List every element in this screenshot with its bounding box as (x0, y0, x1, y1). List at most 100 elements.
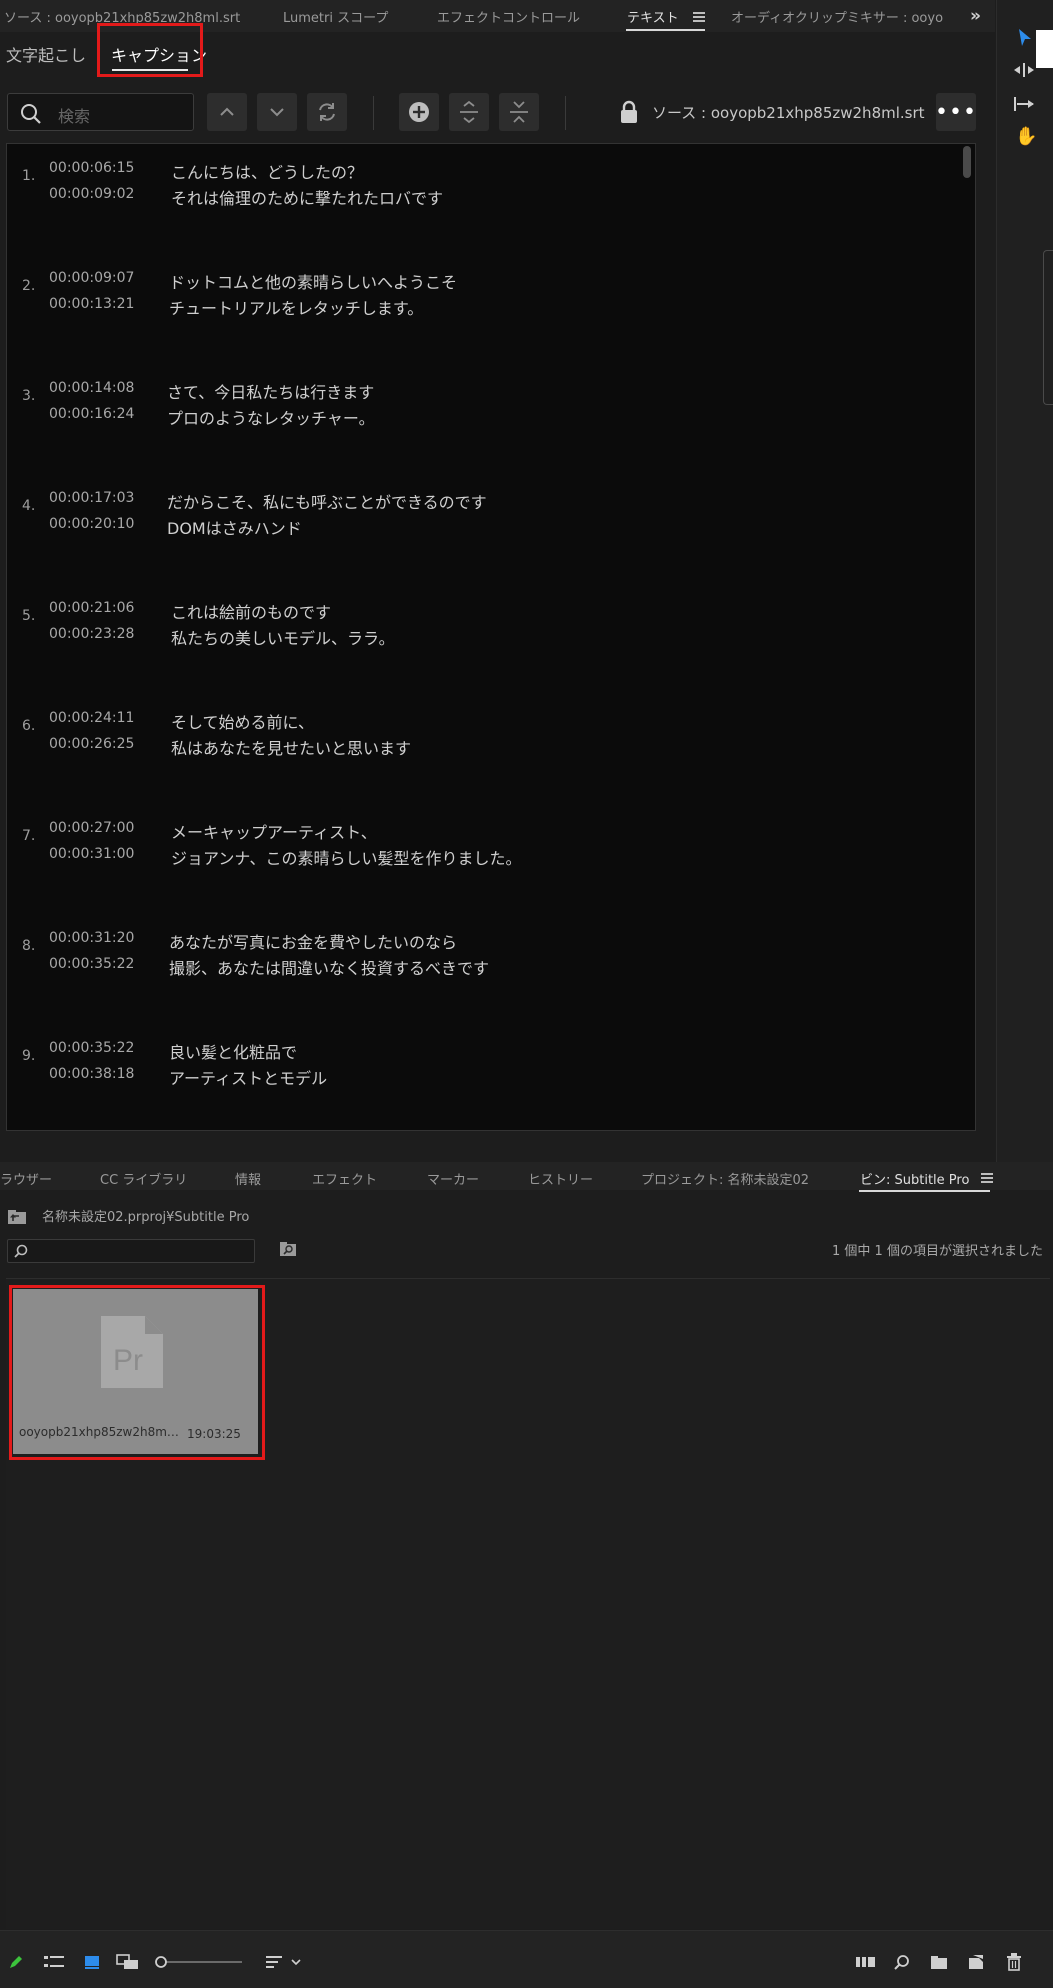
caption-start-time[interactable]: 00:00:06:15 (49, 160, 134, 176)
tab-markers[interactable]: マーカー (427, 1169, 479, 1188)
caption-end-time[interactable]: 00:00:09:02 (49, 186, 134, 202)
caption-text-line[interactable]: チュートリアルをレタッチします。 (169, 295, 423, 319)
caption-end-time[interactable]: 00:00:23:28 (49, 626, 134, 642)
caption-start-time[interactable]: 00:00:24:11 (49, 710, 134, 726)
caption-text-line[interactable]: こんにちは、どうしたの？ (171, 159, 363, 183)
icon-view-icon[interactable] (84, 1955, 100, 1969)
caption-item[interactable]: 7. 00:00:27:00 00:00:31:00 メーキャップアーティスト、… (7, 812, 947, 872)
hand-tool-icon[interactable]: ✋ (1015, 126, 1037, 147)
trash-icon[interactable] (1006, 1953, 1022, 1971)
sort-icons-icon[interactable] (266, 1955, 302, 1969)
caption-text-line[interactable]: プロのようなレタッチャー。 (167, 405, 375, 429)
caption-text-line[interactable]: だからこそ、私にも呼ぶことができるのです (167, 489, 487, 513)
list-view-icon[interactable] (44, 1955, 64, 1969)
caption-end-time[interactable]: 00:00:20:10 (49, 516, 134, 532)
caption-item[interactable]: 5. 00:00:21:06 00:00:23:28 これは絵前のものです 私た… (7, 592, 947, 652)
zoom-slider[interactable] (154, 1955, 244, 1969)
search-icon (21, 104, 41, 124)
tab-cc-libraries[interactable]: CC ライブラリ (100, 1169, 187, 1188)
tab-bin[interactable]: ビン: Subtitle Pro (860, 1169, 969, 1188)
caption-text-line[interactable]: メーキャップアーティスト、 (171, 819, 377, 843)
caption-number: 8. (22, 938, 36, 954)
new-bin-icon[interactable] (930, 1954, 948, 1970)
track-select-tool-icon[interactable] (1013, 62, 1035, 78)
split-icon (460, 100, 478, 124)
caption-end-time[interactable]: 00:00:26:25 (49, 736, 134, 752)
caption-text-line[interactable]: 良い髪と化粧品で (169, 1039, 297, 1063)
caption-text-line[interactable]: さて、今日私たちは行きます (167, 379, 374, 403)
caption-end-time[interactable]: 00:00:16:24 (49, 406, 134, 422)
tab-audio-clip-mixer[interactable]: オーディオクリップミキサー : ooyo (731, 7, 943, 26)
ripple-edit-tool-icon[interactable] (1013, 96, 1035, 112)
panel-menu-icon[interactable] (693, 12, 705, 22)
caption-text-line[interactable]: あなたが写真にお金を費やしたいのなら (169, 929, 457, 953)
caption-end-time[interactable]: 00:00:31:00 (49, 846, 134, 862)
lock-icon[interactable] (619, 100, 639, 124)
tab-effect-controls[interactable]: エフェクトコントロール (437, 7, 580, 26)
caption-text-line[interactable]: そして始める前に、 (171, 709, 314, 733)
tab-history[interactable]: ヒストリー (528, 1169, 593, 1188)
tool-flyout (1036, 30, 1053, 68)
freeform-view-icon[interactable] (116, 1954, 140, 1970)
caption-item[interactable]: 4. 00:00:17:03 00:00:20:10 だからこそ、私にも呼ぶこと… (7, 482, 947, 542)
tab-transcript[interactable]: 文字起こし (6, 42, 86, 66)
caption-text-line[interactable]: これは絵前のものです (171, 599, 331, 623)
caption-start-time[interactable]: 00:00:27:00 (49, 820, 134, 836)
caption-search-input[interactable]: 検索 (7, 93, 194, 131)
parent-folder-icon[interactable] (7, 1209, 27, 1225)
caption-text-line[interactable]: 撮影、あなたは間違いなく投資するべきです (169, 955, 489, 979)
more-options-button[interactable]: ••• (935, 93, 976, 131)
caption-end-time[interactable]: 00:00:38:18 (49, 1066, 134, 1082)
selection-tool-icon[interactable] (1017, 28, 1033, 48)
caption-text-line[interactable]: ドットコムと他の素晴らしいへようこそ (169, 269, 457, 293)
automate-to-sequence-icon[interactable] (856, 1955, 876, 1969)
panel-menu-icon[interactable] (981, 1173, 993, 1183)
find-in-bin-icon[interactable] (279, 1241, 297, 1257)
caption-text-line[interactable]: それは倫理のために撃たれたロバです (171, 185, 443, 209)
add-caption-button[interactable] (399, 93, 439, 131)
caption-item[interactable]: 2. 00:00:09:07 00:00:13:21 ドットコムと他の素晴らしい… (7, 262, 947, 322)
caption-source-label: ソース : ooyopb21xhp85zw2h8ml.srt (652, 104, 925, 122)
caption-number: 2. (22, 278, 36, 294)
caption-start-time[interactable]: 00:00:31:20 (49, 930, 134, 946)
caption-start-time[interactable]: 00:00:17:03 (49, 490, 134, 506)
previous-result-button[interactable] (207, 93, 247, 131)
caption-start-time[interactable]: 00:00:35:22 (49, 1040, 134, 1056)
bin-search-input[interactable] (7, 1239, 255, 1263)
tab-browser[interactable]: ラウザー (0, 1169, 52, 1188)
tab-text[interactable]: テキスト (627, 7, 679, 26)
caption-text-line[interactable]: DOMはさみハンド (167, 515, 302, 539)
caption-start-time[interactable]: 00:00:21:06 (49, 600, 134, 616)
caption-item[interactable]: 6. 00:00:24:11 00:00:26:25 そして始める前に、 私はあ… (7, 702, 947, 762)
caption-start-time[interactable]: 00:00:14:08 (49, 380, 134, 396)
caption-list-scrollbar[interactable] (963, 146, 971, 178)
caption-start-time[interactable]: 00:00:09:07 (49, 270, 134, 286)
pencil-icon[interactable] (8, 1954, 24, 1970)
caption-text-line[interactable]: 私はあなたを見せたいと思います (171, 735, 411, 759)
replace-button[interactable] (307, 93, 347, 131)
caption-end-time[interactable]: 00:00:35:22 (49, 956, 134, 972)
caption-text-line[interactable]: ジョアンナ、この素晴らしい髪型を作りました。 (171, 845, 522, 869)
caption-text-line[interactable]: 私たちの美しいモデル、ララ。 (171, 625, 395, 649)
active-tab-indicator (859, 1190, 990, 1192)
caption-end-time[interactable]: 00:00:13:21 (49, 296, 134, 312)
caption-number: 6. (22, 718, 36, 734)
new-item-icon[interactable] (968, 1954, 984, 1970)
caption-text-line[interactable]: アーティストとモデル (169, 1065, 327, 1089)
find-icon[interactable] (894, 1954, 910, 1970)
caption-item[interactable]: 8. 00:00:31:20 00:00:35:22 あなたが写真にお金を費やし… (7, 922, 947, 982)
lower-tab-bar: ラウザー CC ライブラリ 情報 エフェクト マーカー ヒストリー プロジェクト… (0, 1162, 1053, 1190)
tab-info[interactable]: 情報 (235, 1169, 261, 1188)
chevron-double-right-icon[interactable]: ›› (970, 6, 981, 26)
tab-effects[interactable]: エフェクト (312, 1169, 377, 1188)
caption-list[interactable]: 1. 00:00:06:15 00:00:09:02 こんにちは、どうしたの？ … (6, 143, 976, 1131)
caption-item[interactable]: 9. 00:00:35:22 00:00:38:18 良い髪と化粧品で アーティ… (7, 1032, 947, 1092)
tab-project[interactable]: プロジェクト: 名称未設定02 (641, 1169, 809, 1188)
caption-item[interactable]: 1. 00:00:06:15 00:00:09:02 こんにちは、どうしたの？ … (7, 152, 947, 212)
merge-captions-button[interactable] (499, 93, 539, 131)
split-caption-button[interactable] (449, 93, 489, 131)
tab-lumetri-scopes[interactable]: Lumetri スコープ (283, 7, 388, 26)
caption-item[interactable]: 3. 00:00:14:08 00:00:16:24 さて、今日私たちは行きます… (7, 372, 947, 432)
toolbar-divider (565, 96, 566, 130)
next-result-button[interactable] (257, 93, 297, 131)
